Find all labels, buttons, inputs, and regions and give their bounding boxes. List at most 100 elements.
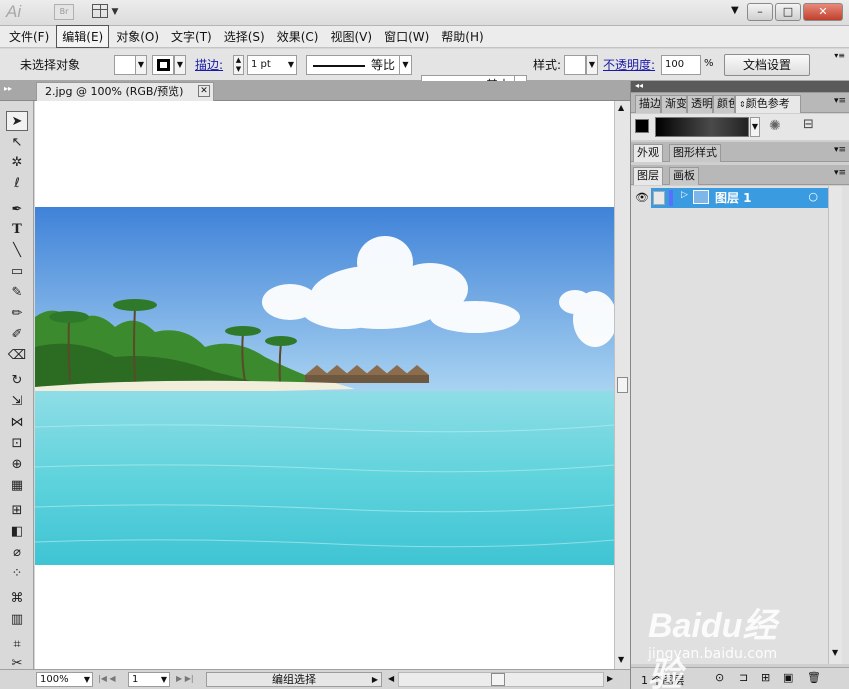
close-document-button[interactable]: ✕	[198, 85, 210, 97]
new-sublayer-icon[interactable]: ⊞	[761, 671, 770, 684]
make-clipping-mask-icon[interactable]: ⊐	[739, 671, 748, 684]
eraser-tool-icon[interactable]: ⌫	[6, 346, 28, 366]
scale-tool-icon[interactable]: ⇲	[6, 392, 28, 412]
opacity-field[interactable]: 100	[661, 55, 701, 75]
menu-type[interactable]: 文字(T)	[166, 26, 217, 47]
symbol-sprayer-tool-icon[interactable]: ⌘	[6, 589, 28, 609]
status-menu[interactable]: 编组选择 ▶	[206, 672, 382, 687]
visibility-eye-icon[interactable]: 👁	[635, 191, 649, 204]
scroll-up-arrow[interactable]: ▲	[618, 103, 624, 112]
bridge-button[interactable]: Br	[54, 4, 74, 20]
rotate-tool-icon[interactable]: ↻	[6, 371, 28, 391]
tab-stroke[interactable]: 描边	[635, 95, 661, 113]
artboard-field[interactable]: 1 ▼	[128, 672, 170, 687]
fill-dropdown-arrow[interactable]: ▼	[135, 55, 147, 75]
layers-scroll-down-arrow[interactable]: ▼	[832, 648, 838, 657]
tab-transparency[interactable]: 透明	[687, 95, 713, 113]
menu-view[interactable]: 视图(V)	[325, 26, 377, 47]
column-graph-tool-icon[interactable]: ▥	[6, 610, 28, 630]
menu-effect[interactable]: 效果(C)	[272, 26, 324, 47]
locate-object-icon[interactable]: ⊙	[715, 671, 724, 684]
control-bar-menu-icon[interactable]: ▾≡	[834, 51, 845, 60]
delete-layer-icon[interactable]: 🗑	[807, 671, 821, 684]
collapse-toolbox-icon[interactable]: ▸▸	[4, 84, 12, 93]
pen-tool-icon[interactable]: ✒	[6, 200, 28, 220]
tab-appearance[interactable]: 外观	[633, 144, 663, 162]
menu-file[interactable]: 文件(F)	[4, 26, 54, 47]
harmony-dropdown-arrow[interactable]: ▼	[750, 117, 760, 137]
workspace-switcher-arrow[interactable]: ▼	[731, 5, 739, 16]
rectangle-tool-icon[interactable]: ▭	[6, 262, 28, 282]
scroll-left-arrow[interactable]: ◀	[388, 672, 394, 687]
selection-tool-icon[interactable]: ➤	[6, 111, 28, 131]
menu-select[interactable]: 选择(S)	[219, 26, 270, 47]
direct-selection-tool-icon[interactable]: ↖	[6, 133, 28, 153]
layers-panel-menu-icon[interactable]: ▾≡	[834, 168, 846, 178]
scroll-right-arrow[interactable]: ▶	[607, 672, 613, 687]
close-window-button[interactable]: ✕	[803, 3, 843, 21]
vertical-scrollbar[interactable]: ▲ ▼	[614, 101, 630, 669]
blob-brush-tool-icon[interactable]: ✐	[6, 325, 28, 345]
tab-color-guide[interactable]: ⇕颜色参考	[735, 95, 801, 113]
scroll-down-arrow[interactable]: ▼	[618, 655, 624, 664]
document-setup-button[interactable]: 文档设置	[724, 54, 810, 76]
beach-photo[interactable]	[35, 207, 614, 565]
stroke-weight-field[interactable]: 1 pt ▼	[247, 55, 297, 75]
stroke-weight-stepper[interactable]: ▲ ▼	[233, 55, 244, 75]
artboard-tool-icon[interactable]: ⌗	[6, 635, 28, 655]
vertical-scroll-thumb[interactable]	[617, 377, 628, 393]
layer-row[interactable]: ▷ 图层 1 ○	[651, 188, 828, 208]
maximize-button[interactable]: □	[775, 3, 801, 21]
color-wheel-icon[interactable]: ✺	[769, 118, 781, 134]
magic-wand-tool-icon[interactable]: ✲	[6, 153, 28, 173]
layers-scrollbar[interactable]: ▼	[828, 186, 842, 664]
tab-artboards[interactable]: 画板	[669, 167, 699, 185]
horizontal-scrollbar[interactable]	[398, 672, 604, 687]
graphic-style-swatch[interactable]	[564, 55, 586, 75]
collapse-panels-icon[interactable]: ◂◂	[635, 81, 643, 90]
next-artboard-button[interactable]: ▶ ▶|	[176, 672, 194, 687]
canvas-artboard[interactable]	[35, 101, 614, 669]
menu-help[interactable]: 帮助(H)	[436, 26, 488, 47]
document-tab[interactable]: 2.jpg @ 100% (RGB/预览) ✕	[36, 82, 214, 101]
new-layer-icon[interactable]: ▣	[783, 671, 793, 684]
pencil-tool-icon[interactable]: ✏	[6, 304, 28, 324]
harmony-strip[interactable]	[655, 117, 749, 137]
lasso-tool-icon[interactable]: ℓ	[6, 174, 28, 194]
zoom-field[interactable]: 100% ▼	[36, 672, 93, 687]
stroke-swatch[interactable]	[152, 55, 174, 75]
menu-window[interactable]: 窗口(W)	[379, 26, 434, 47]
appearance-panel-menu-icon[interactable]: ▾≡	[834, 145, 846, 155]
first-artboard-button[interactable]: |◀ ◀	[98, 672, 116, 687]
opacity-label[interactable]: 不透明度:	[603, 56, 655, 73]
gradient-tool-icon[interactable]: ◧	[6, 522, 28, 542]
save-color-group-icon[interactable]: ⊟	[803, 117, 814, 132]
lock-toggle[interactable]	[653, 191, 665, 205]
tab-layers[interactable]: 图层	[633, 167, 663, 185]
layer-target-icon[interactable]: ○	[808, 190, 818, 203]
free-transform-tool-icon[interactable]: ⊡	[6, 434, 28, 454]
base-color-swatch[interactable]	[635, 119, 649, 133]
menu-object[interactable]: 对象(O)	[111, 26, 164, 47]
stroke-label[interactable]: 描边:	[195, 56, 223, 73]
blend-tool-icon[interactable]: ⁘	[6, 564, 28, 584]
layer-expand-triangle[interactable]: ▷	[681, 190, 688, 200]
graphic-style-dropdown-arrow[interactable]: ▼	[586, 55, 598, 75]
horizontal-scroll-thumb[interactable]	[491, 673, 505, 686]
line-tool-icon[interactable]: ╲	[6, 241, 28, 261]
paintbrush-tool-icon[interactable]: ✎	[6, 283, 28, 303]
width-tool-icon[interactable]: ⋈	[6, 413, 28, 433]
stroke-dropdown-arrow[interactable]: ▼	[174, 55, 186, 75]
variable-width-profile[interactable]: 等比 ▼	[306, 55, 412, 75]
mesh-tool-icon[interactable]: ⊞	[6, 501, 28, 521]
arrange-documents-button[interactable]: ▼	[92, 4, 124, 21]
shape-builder-tool-icon[interactable]: ⊕	[6, 455, 28, 475]
color-panel-menu-icon[interactable]: ▾≡	[834, 96, 846, 106]
menu-edit[interactable]: 编辑(E)	[56, 25, 110, 48]
perspective-grid-tool-icon[interactable]: ▦	[6, 476, 28, 496]
tab-gradient[interactable]: 渐变	[661, 95, 687, 113]
layer-name[interactable]: 图层 1	[715, 189, 752, 206]
type-tool-icon[interactable]: T	[6, 220, 28, 240]
minimize-button[interactable]: –	[747, 3, 773, 21]
tab-graphic-styles[interactable]: 图形样式	[669, 144, 721, 162]
